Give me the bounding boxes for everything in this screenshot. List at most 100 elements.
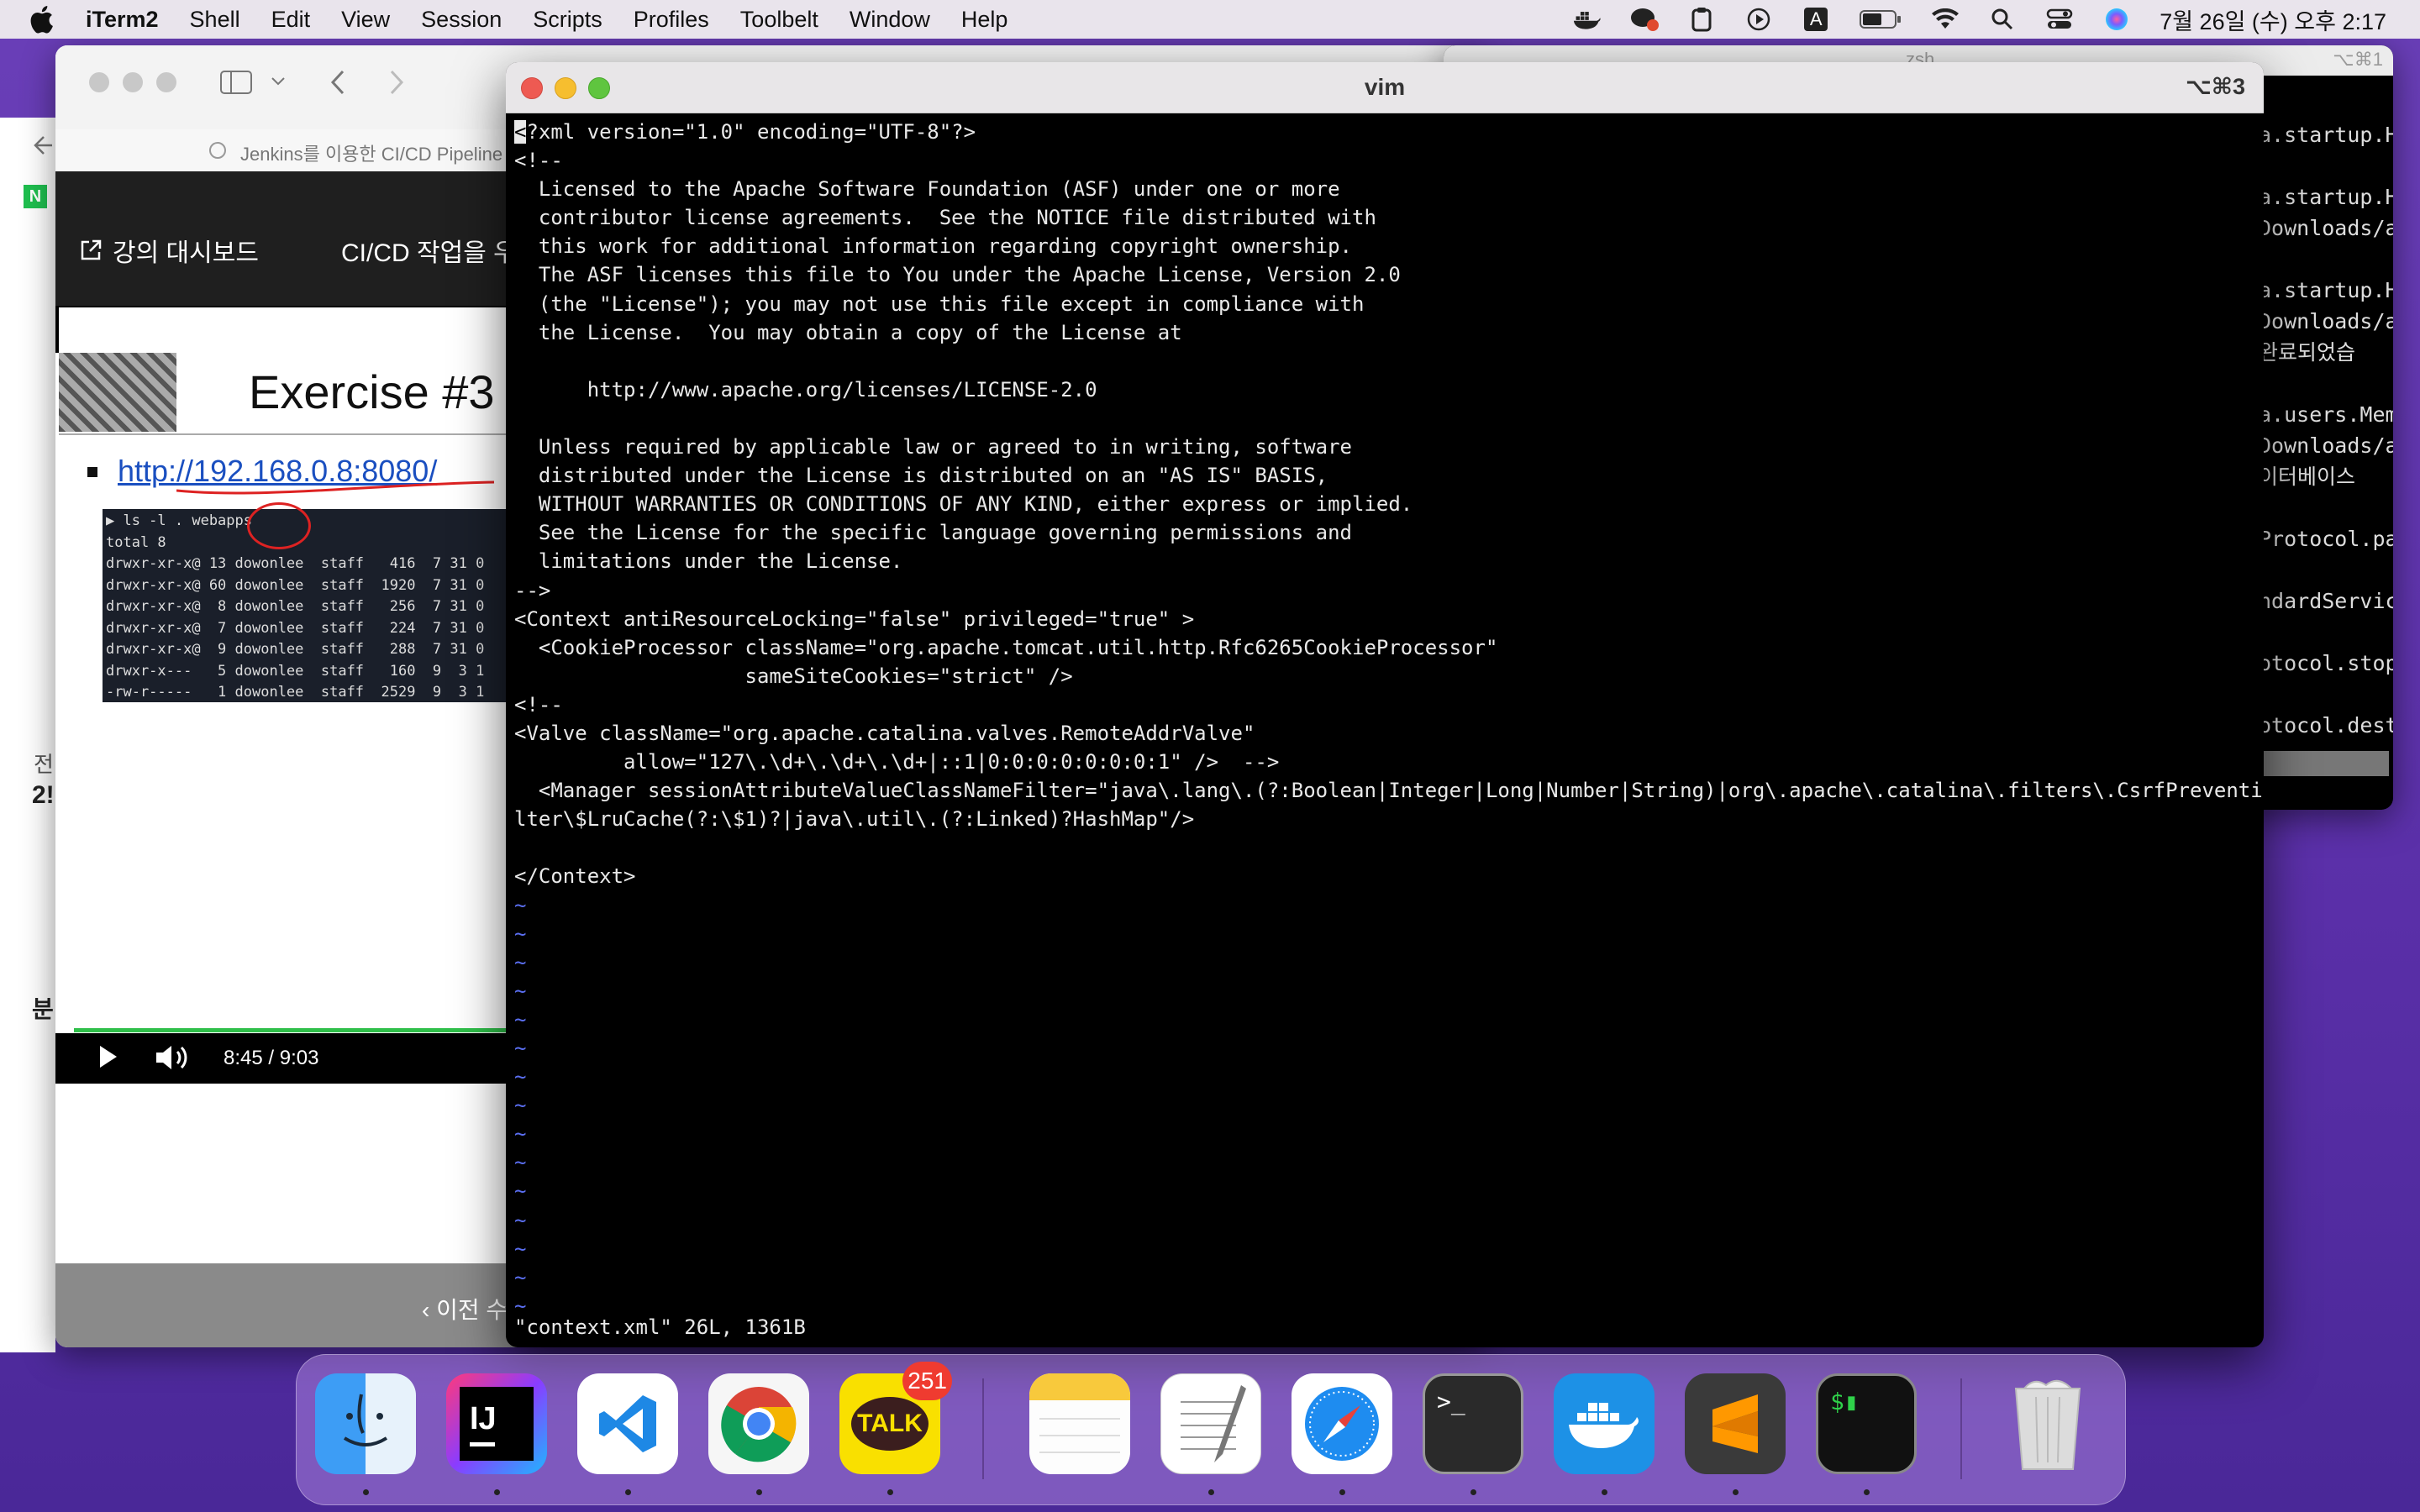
vim-empty-line-tilde: ~ — [514, 950, 527, 974]
menu-clock[interactable]: 7월 26일 (수) 오후 2:17 — [2160, 3, 2386, 36]
vim-line: The ASF licenses this file to You under … — [514, 263, 1401, 287]
zsh-output-line: Protocol.pa — [2259, 527, 2393, 551]
lecture-slide: Exercise #3 http://192.168.0.8:8080/ ▶ l… — [59, 307, 573, 1038]
zsh-output-line: Downloads/a — [2259, 216, 2393, 240]
keyboard-image — [59, 353, 176, 432]
battery-icon[interactable] — [1859, 7, 1902, 32]
chrome-icon[interactable] — [708, 1373, 809, 1474]
zsh-output-line: Downloads/a — [2259, 433, 2393, 458]
menu-window[interactable]: Window — [850, 7, 930, 33]
side-label: 2! — [32, 781, 55, 809]
video-progress-bar[interactable] — [74, 1028, 532, 1032]
course-title: CI/CD 작업을 우 — [341, 239, 517, 267]
intellij-icon[interactable]: IJ — [446, 1373, 547, 1474]
clipboard-icon[interactable] — [1687, 7, 1716, 32]
menu-view[interactable]: View — [341, 7, 390, 33]
chevron-down-icon[interactable] — [271, 76, 286, 91]
control-center-icon[interactable] — [2045, 7, 2074, 32]
menu-profiles[interactable]: Profiles — [634, 7, 709, 33]
zsh-output-line — [2259, 618, 2393, 649]
vim-line: </Context> — [514, 864, 636, 889]
vim-empty-line-tilde: ~ — [514, 1094, 527, 1118]
running-indicator — [625, 1489, 631, 1495]
menu-app-name[interactable]: iTerm2 — [86, 7, 159, 33]
dock-separator — [1960, 1378, 1962, 1479]
kakaotalk-app-icon[interactable]: TALK 251 — [839, 1362, 952, 1474]
iterm2-icon[interactable]: $▮ — [1816, 1373, 1917, 1474]
menu-session[interactable]: Session — [421, 7, 502, 33]
vim-empty-line-tilde: ~ — [514, 1236, 527, 1261]
slide-divider — [59, 433, 563, 435]
zsh-shortcut: ⌥⌘1 — [2333, 49, 2383, 70]
siri-icon[interactable] — [2102, 7, 2131, 32]
running-indicator — [363, 1489, 369, 1495]
sublime-text-icon[interactable] — [1685, 1373, 1786, 1474]
finder-icon[interactable] — [315, 1373, 416, 1474]
vim-empty-line-tilde: ~ — [514, 893, 527, 917]
minimize-button[interactable] — [123, 72, 143, 92]
trash-icon[interactable] — [1997, 1373, 2098, 1474]
vim-line: <Valve className="org.apache.catalina.va… — [514, 721, 1255, 745]
vim-line: <!-- — [514, 149, 563, 173]
terminal-icon[interactable]: >_ — [1423, 1373, 1523, 1474]
zsh-output-line — [2259, 680, 2393, 711]
apple-menu-icon[interactable] — [29, 5, 69, 34]
input-source-label: A — [1804, 8, 1828, 31]
vim-status-line: "context.xml" 26L, 1361B — [514, 1315, 806, 1339]
tab-favicon-icon — [208, 141, 227, 164]
terminal-line: drwxr-xr-x@ 7 dowonlee staff 224 7 31 0 — [106, 619, 485, 637]
vscode-icon[interactable] — [577, 1373, 678, 1474]
vim-line — [514, 347, 2264, 375]
wifi-icon[interactable] — [1931, 7, 1960, 32]
back-arrow-icon — [32, 134, 54, 160]
close-button[interactable] — [89, 72, 109, 92]
zsh-output-line — [2259, 494, 2393, 525]
spotlight-search-icon[interactable] — [1988, 7, 2017, 32]
play-button-icon[interactable] — [97, 1043, 119, 1074]
zsh-output-line: otocol.dest — [2259, 713, 2393, 738]
dock: IJ TALK 251 >_ $▮ — [296, 1354, 2126, 1505]
prev-lecture-button[interactable]: ‹ 이전 수 — [422, 1292, 508, 1326]
forward-arrow-icon[interactable] — [388, 69, 405, 100]
vim-empty-line-tilde: ~ — [514, 1122, 527, 1147]
terminal-line: drwxr-x--- 5 dowonlee staff 160 9 3 1 — [106, 662, 485, 680]
menu-toolbelt[interactable]: Toolbelt — [740, 7, 818, 33]
notification-badge: 251 — [902, 1362, 952, 1400]
vim-line: distributed under the License is distrib… — [514, 464, 1328, 488]
vim-line: allow="127\.\d+\.\d+\.\d+|::1|0:0:0:0:0:… — [514, 750, 1280, 774]
docker-app-icon[interactable] — [1554, 1373, 1655, 1474]
zsh-output: a.startup.H a.startup.H Downloads/a a.start… — [2259, 121, 2393, 743]
vim-empty-line-tilde: ~ — [514, 1265, 527, 1289]
kakaotalk-icon[interactable] — [1630, 7, 1660, 32]
docker-icon[interactable] — [1573, 7, 1602, 32]
notes-icon[interactable] — [1029, 1373, 1130, 1474]
vim-empty-line-tilde: ~ — [514, 1065, 527, 1089]
volume-icon[interactable] — [155, 1043, 192, 1076]
vim-line — [514, 833, 2264, 862]
textedit-icon[interactable] — [1160, 1373, 1261, 1474]
safari-icon[interactable] — [1292, 1373, 1392, 1474]
back-arrow-icon[interactable] — [329, 69, 346, 100]
zsh-output-line: a.startup.H — [2259, 185, 2393, 209]
running-indicator — [1602, 1489, 1607, 1495]
tab-title[interactable]: Jenkins를 이용한 CI/CD Pipeline — [240, 139, 502, 166]
chevron-left-icon: ‹ — [422, 1297, 437, 1323]
video-time: 8:45 / 9:03 — [224, 1047, 319, 1069]
vim-editor-buffer[interactable]: <?xml version="1.0" encoding="UTF-8"?> <… — [514, 118, 2264, 1320]
zoom-button[interactable] — [156, 72, 176, 92]
menu-scripts[interactable]: Scripts — [533, 7, 602, 33]
zsh-scrollbar[interactable] — [2263, 751, 2389, 776]
play-icon[interactable] — [1744, 7, 1773, 32]
dashboard-link[interactable]: 강의 대시보드 — [79, 232, 259, 269]
vim-line: Licensed to the Apache Software Foundati… — [514, 177, 1340, 202]
vim-empty-line-tilde: ~ — [514, 1179, 527, 1204]
menu-edit[interactable]: Edit — [271, 7, 311, 33]
sidebar-toggle-icon[interactable] — [220, 71, 252, 98]
side-label: 전 — [34, 752, 54, 777]
zsh-output-line — [2259, 152, 2393, 183]
menu-help[interactable]: Help — [961, 7, 1008, 33]
menu-shell[interactable]: Shell — [190, 7, 240, 33]
vim-line: <Manager sessionAttributeValueClassNameF… — [514, 779, 2264, 803]
input-source-icon[interactable]: A — [1802, 7, 1830, 32]
video-player-controls: 8:45 / 9:03 — [55, 1028, 560, 1084]
